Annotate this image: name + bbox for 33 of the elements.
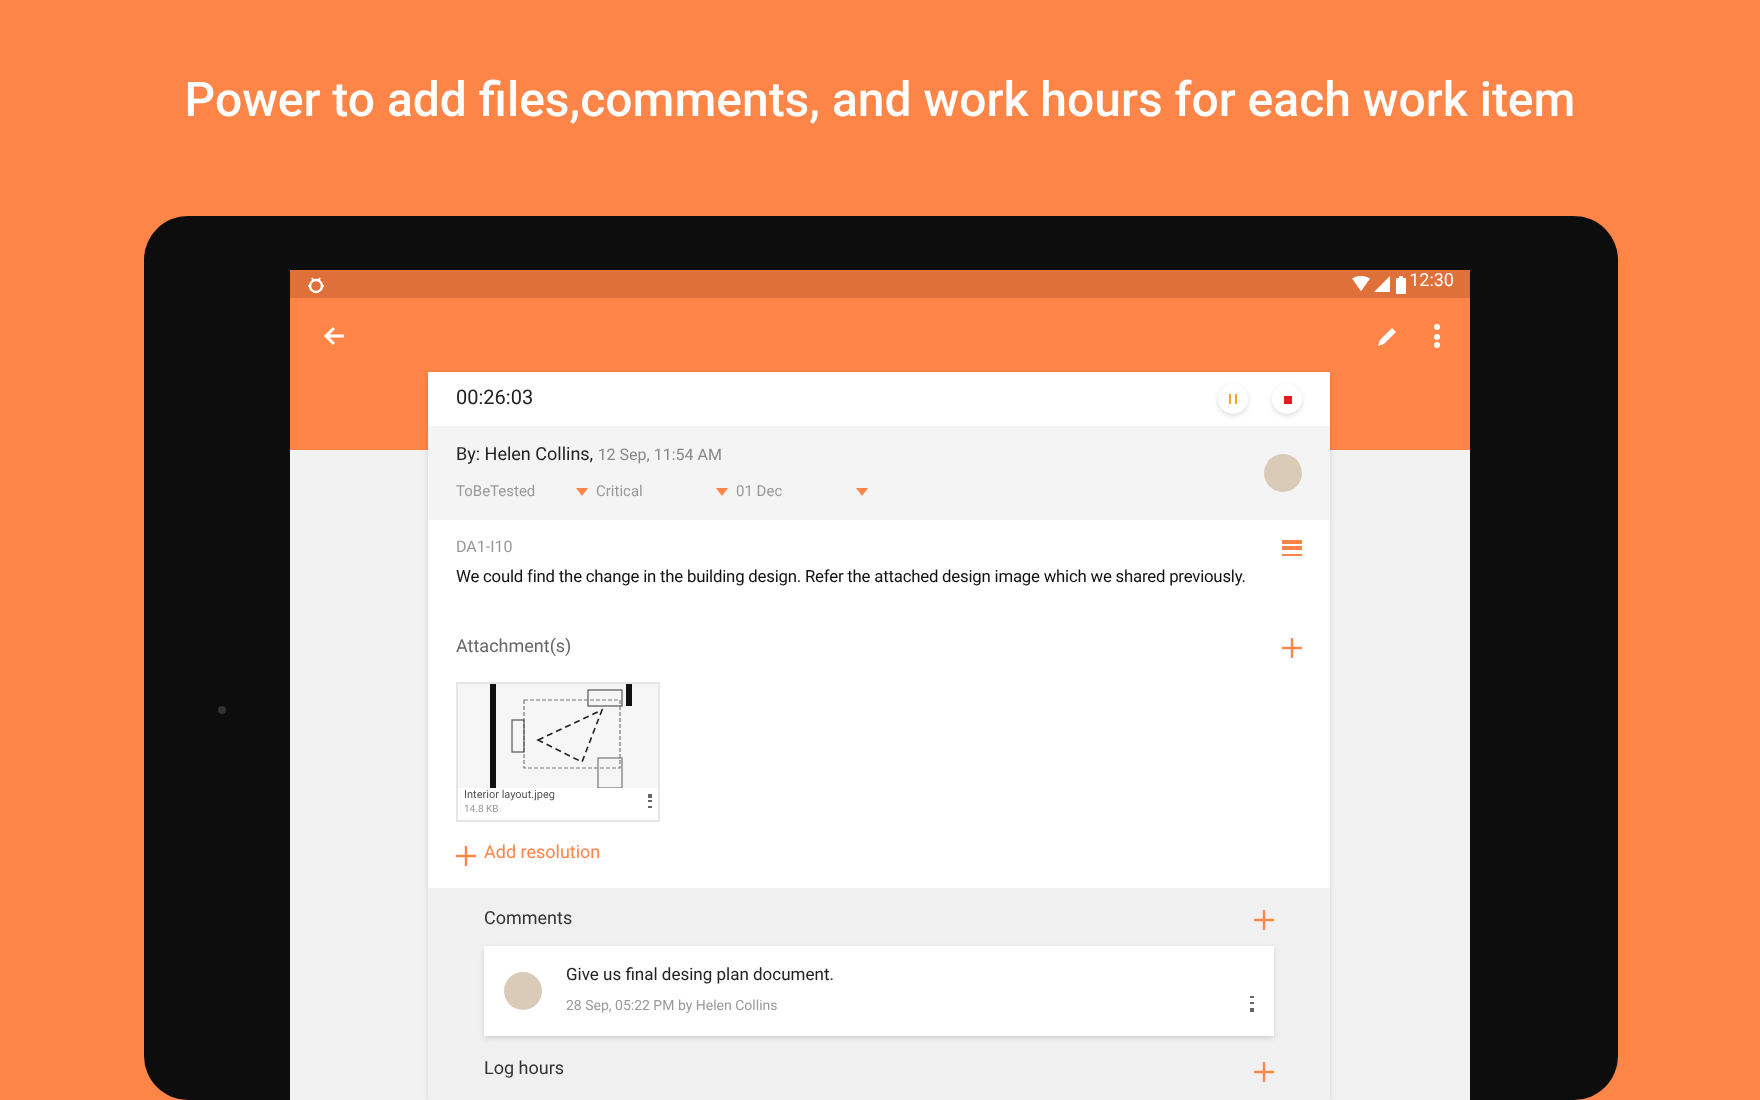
edit-button[interactable]	[1376, 324, 1400, 348]
avatar	[1264, 454, 1302, 492]
section-title: Comments	[484, 907, 573, 934]
wifi-icon	[1351, 276, 1370, 292]
back-button[interactable]	[320, 322, 348, 350]
caret-icon	[576, 487, 588, 496]
battery-icon	[1395, 275, 1406, 293]
menu-icon[interactable]	[1282, 540, 1302, 556]
author-name: By: Helen Collins,	[456, 445, 594, 466]
section-title: Attachment(s)	[456, 635, 572, 662]
add-attachment-icon[interactable]	[1282, 638, 1302, 659]
comment-text: Give us final desing plan document.	[566, 964, 836, 991]
signal-icon	[1373, 276, 1390, 292]
more-button[interactable]	[1432, 324, 1440, 348]
plus-icon	[456, 845, 476, 866]
timestamp: 12 Sep, 11:54 AM	[597, 445, 722, 464]
timer-text: 00:26:03	[456, 386, 534, 414]
stop-icon	[1283, 395, 1291, 403]
status-time: 12:30	[1409, 270, 1454, 297]
stop-button[interactable]	[1272, 384, 1302, 414]
camera-icon	[218, 706, 226, 714]
caret-icon	[856, 487, 868, 496]
headline: Power to add files,comments, and work hours for each work item	[184, 70, 1576, 132]
add-log-hours-icon[interactable]	[1254, 1061, 1274, 1082]
section-title: Log hours	[484, 1058, 565, 1085]
avatar	[504, 972, 542, 1011]
item-id: DA1-I10	[456, 536, 513, 560]
pause-button[interactable]	[1218, 384, 1248, 414]
caret-icon	[716, 487, 728, 496]
description: We could find the change in the building design. Refer the attached design image which we shared previously.	[454, 566, 1248, 592]
add-resolution-button[interactable]: Add resolution	[456, 842, 601, 870]
add-comment-icon[interactable]	[1254, 910, 1274, 931]
pause-icon	[1228, 394, 1238, 404]
